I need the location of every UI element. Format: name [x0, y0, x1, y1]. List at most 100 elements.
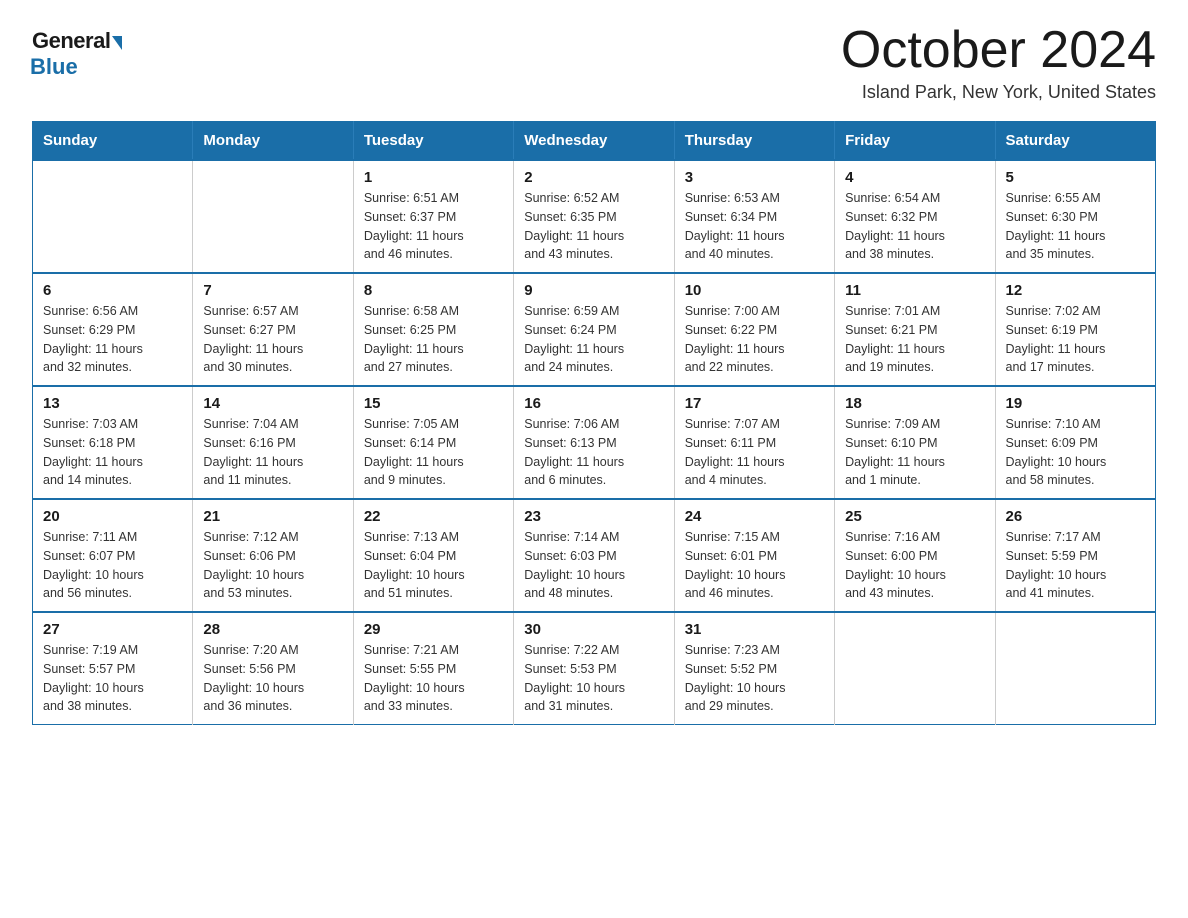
day-info: Sunrise: 7:05 AM Sunset: 6:14 PM Dayligh… — [364, 415, 503, 490]
day-cell: 9 Sunrise: 6:59 AM Sunset: 6:24 PM Daylig… — [514, 273, 674, 386]
day-cell: 24 Sunrise: 7:15 AM Sunset: 6:01 PM Dayli… — [674, 499, 834, 612]
day-info: Sunrise: 7:04 AM Sunset: 6:16 PM Dayligh… — [203, 415, 342, 490]
day-number: 26 — [1006, 508, 1145, 525]
day-number: 29 — [364, 621, 503, 638]
day-cell: 13 Sunrise: 7:03 AM Sunset: 6:18 PM Dayli… — [33, 386, 193, 499]
weekday-tuesday: Tuesday — [353, 122, 513, 161]
day-number: 4 — [845, 169, 984, 186]
day-number: 12 — [1006, 282, 1145, 299]
day-cell: 2Sunrise: 6:52 AM Sunset: 6:35 PM Daylig… — [514, 160, 674, 273]
day-info: Sunrise: 6:55 AM Sunset: 6:30 PM Dayligh… — [1006, 189, 1145, 264]
day-number: 30 — [524, 621, 663, 638]
calendar-header: SundayMondayTuesdayWednesdayThursdayFrid… — [33, 122, 1156, 161]
day-number: 21 — [203, 508, 342, 525]
day-cell: 27 Sunrise: 7:19 AM Sunset: 5:57 PM Dayli… — [33, 612, 193, 725]
day-cell: 28 Sunrise: 7:20 AM Sunset: 5:56 PM Dayli… — [193, 612, 353, 725]
day-info: Sunrise: 6:52 AM Sunset: 6:35 PM Dayligh… — [524, 189, 663, 264]
day-number: 6 — [43, 282, 182, 299]
day-cell: 6Sunrise: 6:56 AM Sunset: 6:29 PM Daylig… — [33, 273, 193, 386]
day-cell — [995, 612, 1155, 725]
day-number: 9 — [524, 282, 663, 299]
week-row-2: 6Sunrise: 6:56 AM Sunset: 6:29 PM Daylig… — [33, 273, 1156, 386]
week-row-3: 13 Sunrise: 7:03 AM Sunset: 6:18 PM Dayli… — [33, 386, 1156, 499]
day-cell: 8Sunrise: 6:58 AM Sunset: 6:25 PM Daylig… — [353, 273, 513, 386]
day-info: Sunrise: 7:01 AM Sunset: 6:21 PM Dayligh… — [845, 302, 984, 377]
day-info: Sunrise: 7:11 AM Sunset: 6:07 PM Dayligh… — [43, 528, 182, 603]
day-info: Sunrise: 6:59 AM Sunset: 6:24 PM Dayligh… — [524, 302, 663, 377]
week-row-1: 1 Sunrise: 6:51 AM Sunset: 6:37 PM Daylig… — [33, 160, 1156, 273]
weekday-sunday: Sunday — [33, 122, 193, 161]
day-info: Sunrise: 7:17 AM Sunset: 5:59 PM Dayligh… — [1006, 528, 1145, 603]
day-cell: 11 Sunrise: 7:01 AM Sunset: 6:21 PM Dayli… — [835, 273, 995, 386]
week-row-4: 20 Sunrise: 7:11 AM Sunset: 6:07 PM Dayli… — [33, 499, 1156, 612]
day-info: Sunrise: 7:03 AM Sunset: 6:18 PM Dayligh… — [43, 415, 182, 490]
calendar-table: SundayMondayTuesdayWednesdayThursdayFrid… — [32, 121, 1156, 725]
calendar-body: 1 Sunrise: 6:51 AM Sunset: 6:37 PM Daylig… — [33, 160, 1156, 725]
day-cell: 1 Sunrise: 6:51 AM Sunset: 6:37 PM Daylig… — [353, 160, 513, 273]
weekday-wednesday: Wednesday — [514, 122, 674, 161]
day-info: Sunrise: 6:58 AM Sunset: 6:25 PM Dayligh… — [364, 302, 503, 377]
week-row-5: 27 Sunrise: 7:19 AM Sunset: 5:57 PM Dayli… — [33, 612, 1156, 725]
day-number: 5 — [1006, 169, 1145, 186]
day-number: 25 — [845, 508, 984, 525]
day-number: 27 — [43, 621, 182, 638]
day-number: 10 — [685, 282, 824, 299]
day-number: 15 — [364, 395, 503, 412]
weekday-monday: Monday — [193, 122, 353, 161]
weekday-thursday: Thursday — [674, 122, 834, 161]
logo-general-text: General — [32, 28, 110, 54]
day-number: 20 — [43, 508, 182, 525]
day-info: Sunrise: 7:09 AM Sunset: 6:10 PM Dayligh… — [845, 415, 984, 490]
day-cell: 25Sunrise: 7:16 AM Sunset: 6:00 PM Dayli… — [835, 499, 995, 612]
day-number: 28 — [203, 621, 342, 638]
location-subtitle: Island Park, New York, United States — [841, 82, 1156, 103]
day-number: 17 — [685, 395, 824, 412]
day-info: Sunrise: 7:10 AM Sunset: 6:09 PM Dayligh… — [1006, 415, 1145, 490]
logo-blue-text: Blue — [30, 54, 78, 80]
day-info: Sunrise: 7:07 AM Sunset: 6:11 PM Dayligh… — [685, 415, 824, 490]
day-cell: 18Sunrise: 7:09 AM Sunset: 6:10 PM Dayli… — [835, 386, 995, 499]
day-cell: 20 Sunrise: 7:11 AM Sunset: 6:07 PM Dayli… — [33, 499, 193, 612]
day-info: Sunrise: 6:51 AM Sunset: 6:37 PM Dayligh… — [364, 189, 503, 264]
month-title: October 2024 — [841, 24, 1156, 76]
day-cell: 5 Sunrise: 6:55 AM Sunset: 6:30 PM Daylig… — [995, 160, 1155, 273]
day-info: Sunrise: 7:13 AM Sunset: 6:04 PM Dayligh… — [364, 528, 503, 603]
day-cell: 21 Sunrise: 7:12 AM Sunset: 6:06 PM Dayli… — [193, 499, 353, 612]
day-info: Sunrise: 7:12 AM Sunset: 6:06 PM Dayligh… — [203, 528, 342, 603]
day-number: 23 — [524, 508, 663, 525]
day-number: 14 — [203, 395, 342, 412]
day-number: 22 — [364, 508, 503, 525]
day-cell — [193, 160, 353, 273]
day-number: 1 — [364, 169, 503, 186]
day-cell: 7Sunrise: 6:57 AM Sunset: 6:27 PM Daylig… — [193, 273, 353, 386]
day-cell: 22 Sunrise: 7:13 AM Sunset: 6:04 PM Dayli… — [353, 499, 513, 612]
day-number: 19 — [1006, 395, 1145, 412]
header-right: October 2024 Island Park, New York, Unit… — [841, 24, 1156, 103]
day-number: 7 — [203, 282, 342, 299]
day-info: Sunrise: 7:00 AM Sunset: 6:22 PM Dayligh… — [685, 302, 824, 377]
day-number: 11 — [845, 282, 984, 299]
day-cell — [835, 612, 995, 725]
day-number: 31 — [685, 621, 824, 638]
day-number: 3 — [685, 169, 824, 186]
day-info: Sunrise: 7:19 AM Sunset: 5:57 PM Dayligh… — [43, 641, 182, 716]
day-cell: 17 Sunrise: 7:07 AM Sunset: 6:11 PM Dayli… — [674, 386, 834, 499]
day-info: Sunrise: 7:20 AM Sunset: 5:56 PM Dayligh… — [203, 641, 342, 716]
day-cell: 30Sunrise: 7:22 AM Sunset: 5:53 PM Dayli… — [514, 612, 674, 725]
day-cell: 29 Sunrise: 7:21 AM Sunset: 5:55 PM Dayli… — [353, 612, 513, 725]
day-cell: 14 Sunrise: 7:04 AM Sunset: 6:16 PM Dayli… — [193, 386, 353, 499]
day-cell: 3Sunrise: 6:53 AM Sunset: 6:34 PM Daylig… — [674, 160, 834, 273]
day-info: Sunrise: 7:14 AM Sunset: 6:03 PM Dayligh… — [524, 528, 663, 603]
day-number: 13 — [43, 395, 182, 412]
weekday-row: SundayMondayTuesdayWednesdayThursdayFrid… — [33, 122, 1156, 161]
day-info: Sunrise: 7:23 AM Sunset: 5:52 PM Dayligh… — [685, 641, 824, 716]
day-cell: 16Sunrise: 7:06 AM Sunset: 6:13 PM Dayli… — [514, 386, 674, 499]
day-info: Sunrise: 6:54 AM Sunset: 6:32 PM Dayligh… — [845, 189, 984, 264]
day-number: 24 — [685, 508, 824, 525]
day-info: Sunrise: 7:06 AM Sunset: 6:13 PM Dayligh… — [524, 415, 663, 490]
day-info: Sunrise: 7:15 AM Sunset: 6:01 PM Dayligh… — [685, 528, 824, 603]
day-cell: 15 Sunrise: 7:05 AM Sunset: 6:14 PM Dayli… — [353, 386, 513, 499]
day-cell: 12Sunrise: 7:02 AM Sunset: 6:19 PM Dayli… — [995, 273, 1155, 386]
day-info: Sunrise: 7:21 AM Sunset: 5:55 PM Dayligh… — [364, 641, 503, 716]
day-cell: 26 Sunrise: 7:17 AM Sunset: 5:59 PM Dayli… — [995, 499, 1155, 612]
